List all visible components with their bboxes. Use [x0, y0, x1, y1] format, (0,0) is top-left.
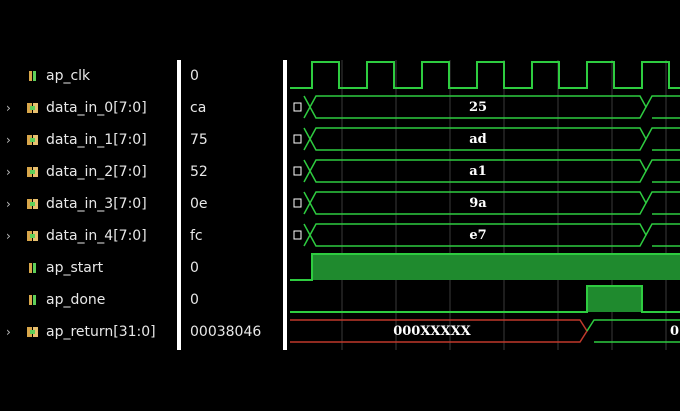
bus-signal-icon: [27, 199, 38, 209]
signal-value: 0: [190, 260, 199, 276]
signal-name: ap_return[31:0]: [46, 324, 156, 340]
signal-name: data_in_1[7:0]: [46, 132, 147, 148]
signal-row[interactable]: › data_in_1[7:0] 75: [0, 125, 280, 155]
bus-marker-icon: [293, 134, 302, 144]
signal-value: 0: [190, 68, 199, 84]
single-bit-signal-icon: [29, 295, 36, 305]
signal-value: 0: [190, 292, 199, 308]
expand-chevron-icon[interactable]: ›: [6, 189, 11, 219]
clock-waveform: [290, 61, 680, 89]
signal-row[interactable]: › data_in_4[7:0] fc: [0, 221, 280, 251]
signal-value: fc: [190, 228, 203, 244]
bus-signal-icon: [27, 231, 38, 241]
start-high-fill: [312, 254, 680, 280]
name-value-divider[interactable]: [177, 60, 181, 350]
signal-name: data_in_4[7:0]: [46, 228, 147, 244]
bus-waveform: [645, 159, 680, 183]
bus-value-label: 9a: [469, 196, 487, 211]
signal-name: ap_done: [46, 292, 106, 308]
bus-value-label: a1: [469, 164, 486, 179]
bus-waveform: [645, 223, 680, 247]
signal-name: data_in_3[7:0]: [46, 196, 147, 212]
signal-name: ap_clk: [46, 68, 91, 84]
bus-signal-icon: [27, 135, 38, 145]
bus-signal-icon: [27, 327, 38, 337]
bus-marker-icon: [293, 166, 302, 176]
signal-value: ca: [190, 100, 207, 116]
bus-transition: [303, 95, 311, 119]
bus-marker-icon: [293, 230, 302, 240]
signal-value: 52: [190, 164, 208, 180]
waveform-panel[interactable]: 25 ad a1 9a e7 000XXXXX 0(: [290, 60, 680, 350]
signal-row[interactable]: ap_start 0: [0, 253, 280, 283]
single-bit-signal-icon: [29, 263, 36, 273]
signal-row[interactable]: › data_in_2[7:0] 52: [0, 157, 280, 187]
bus-waveform: [645, 95, 680, 119]
signal-name: data_in_0[7:0]: [46, 100, 147, 116]
return-value-label: 000XXXXX: [393, 324, 471, 339]
bus-marker-icon: [293, 102, 302, 112]
value-wave-divider[interactable]: [283, 60, 287, 350]
bus-transition: [303, 127, 311, 151]
expand-chevron-icon[interactable]: ›: [6, 157, 11, 187]
signal-name: data_in_2[7:0]: [46, 164, 147, 180]
signal-value: 75: [190, 132, 208, 148]
signal-name: ap_start: [46, 260, 104, 276]
signal-row[interactable]: › data_in_0[7:0] ca: [0, 93, 280, 123]
bus-value-label: e7: [469, 228, 486, 243]
return-next-value-label: 0(: [670, 324, 680, 339]
signal-value: 0e: [190, 196, 208, 212]
single-bit-signal-icon: [29, 71, 36, 81]
expand-chevron-icon[interactable]: ›: [6, 125, 11, 155]
signal-row[interactable]: › data_in_3[7:0] 0e: [0, 189, 280, 219]
bus-transition: [303, 159, 311, 183]
done-pulse-fill: [587, 286, 642, 312]
expand-chevron-icon[interactable]: ›: [6, 93, 11, 123]
bus-signal-icon: [27, 167, 38, 177]
expand-chevron-icon[interactable]: ›: [6, 221, 11, 251]
signal-row[interactable]: ap_clk 0: [0, 61, 280, 91]
bus-waveform: [645, 127, 680, 151]
bus-value-label: 25: [469, 100, 487, 115]
expand-chevron-icon[interactable]: ›: [6, 317, 11, 347]
bus-transition: [303, 191, 311, 215]
signal-row[interactable]: ap_done 0: [0, 285, 280, 315]
bus-waveform: [645, 191, 680, 215]
bus-value-label: ad: [469, 132, 487, 147]
bus-marker-icon: [293, 198, 302, 208]
signal-value: 00038046: [190, 324, 262, 340]
bus-signal-icon: [27, 103, 38, 113]
bus-transition: [303, 223, 311, 247]
signal-row[interactable]: › ap_return[31:0] 00038046: [0, 317, 280, 347]
